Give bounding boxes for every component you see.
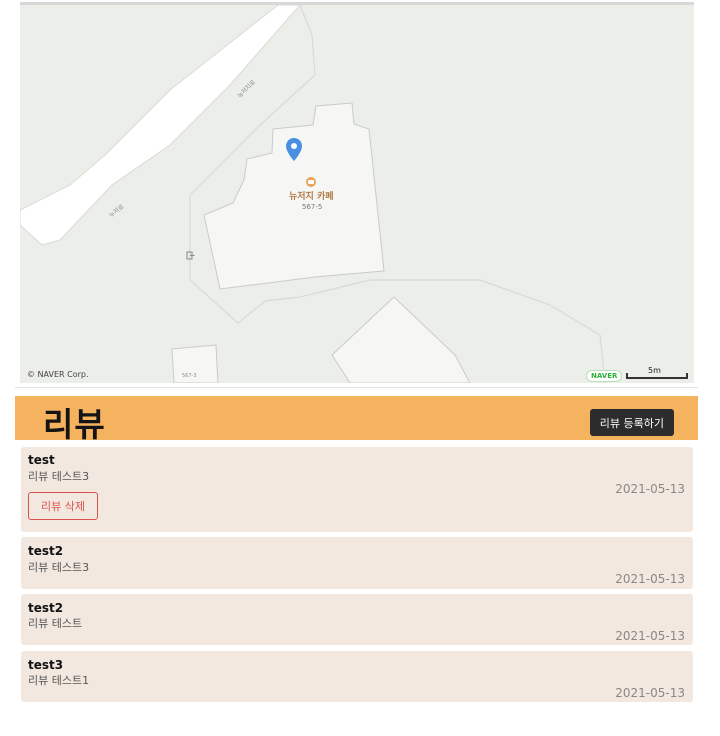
review-item-title: test3	[28, 658, 64, 672]
place-label: 뉴저지 카페	[289, 192, 334, 202]
add-review-button[interactable]: 리뷰 등록하기	[589, 409, 674, 436]
review-title: 리뷰	[43, 405, 106, 444]
review-item: test2 리뷰 테스트3 2021-05-13	[21, 537, 693, 589]
review-item: test2 리뷰 테스트 2021-05-13	[21, 594, 693, 645]
review-item-date: 2021-05-13	[615, 629, 685, 643]
review-header: 리뷰 리뷰 등록하기	[15, 396, 698, 444]
review-item-title: test2	[28, 544, 64, 558]
small-building-label: 567-3	[182, 373, 197, 379]
map-canvas	[20, 5, 606, 383]
place-address: 567-5	[302, 203, 323, 211]
map-scale-bar	[626, 373, 688, 379]
review-item: test 리뷰 테스트3 리뷰 삭제 2021-05-13	[21, 447, 693, 532]
naver-logo[interactable]: NAVER	[586, 370, 623, 382]
map-copyright: © NAVER Corp.	[27, 370, 89, 379]
review-item-title: test	[28, 453, 55, 467]
review-item-date: 2021-05-13	[615, 482, 685, 496]
review-item-date: 2021-05-13	[615, 572, 685, 586]
review-item-body: 리뷰 테스트3	[28, 470, 90, 483]
map-pin-icon[interactable]	[284, 137, 304, 163]
review-item-body: 리뷰 테스트3	[28, 561, 90, 574]
cafe-icon	[306, 177, 316, 187]
review-item: test3 리뷰 테스트1 2021-05-13	[21, 651, 693, 702]
entrance-icon	[186, 251, 195, 260]
review-item-date: 2021-05-13	[615, 686, 685, 700]
delete-review-button[interactable]: 리뷰 삭제	[28, 492, 98, 520]
section-divider	[15, 387, 698, 388]
review-item-title: test2	[28, 601, 64, 615]
review-item-body: 리뷰 테스트	[28, 617, 83, 630]
review-item-body: 리뷰 테스트1	[28, 674, 90, 687]
map-view[interactable]: 뉴저지 카페 567-5 뉴저지로 누저로 567-3 © NAVER Corp…	[20, 2, 694, 383]
